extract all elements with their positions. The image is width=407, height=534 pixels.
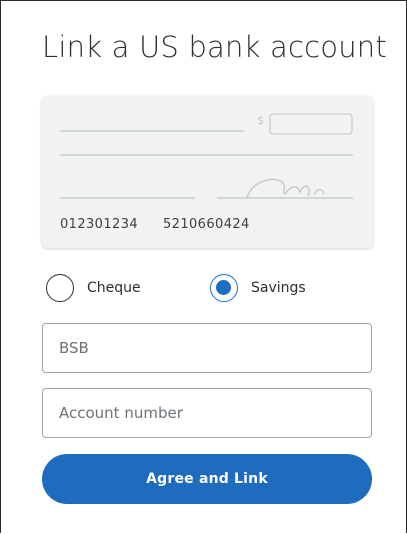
- savings-radio[interactable]: [210, 274, 238, 302]
- radio-option-savings[interactable]: Savings: [210, 272, 306, 304]
- routing-number: 012301234: [60, 217, 139, 232]
- cheque-illustration: $ 012301234 5210660424: [42, 96, 373, 248]
- savings-radio-label: Savings: [251, 280, 306, 296]
- account-number-input[interactable]: [42, 388, 372, 438]
- account-number-sample: 5210660424: [163, 217, 250, 232]
- page-title: Link a US bank account: [42, 30, 387, 64]
- bsb-input[interactable]: [42, 323, 372, 373]
- radio-option-cheque[interactable]: Cheque: [46, 272, 141, 304]
- agree-and-link-button[interactable]: Agree and Link: [42, 454, 372, 504]
- cheque-radio-label: Cheque: [87, 280, 141, 296]
- cheque-radio[interactable]: [46, 274, 74, 302]
- dollar-sign: $: [257, 114, 264, 127]
